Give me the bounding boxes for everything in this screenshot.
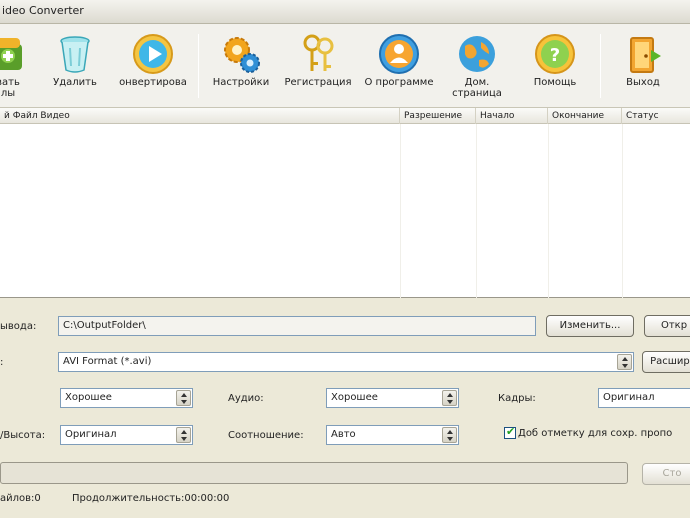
column-divider	[400, 124, 401, 298]
toolbar: вать лы Удалить онвертирова Настройки	[0, 24, 690, 108]
registration-label: Регистрация	[284, 77, 352, 88]
file-list-header: й Файл Видео Разрешение Начало Окончание…	[0, 108, 690, 124]
size-select[interactable]: Оригинал	[60, 425, 193, 445]
add-files-label: вать лы	[0, 77, 20, 99]
format-select[interactable]: AVI Format (*.avi)	[58, 352, 634, 372]
conversion-progress-bar	[0, 462, 628, 484]
status-files-count: айлов:0	[0, 493, 41, 504]
exit-button[interactable]: Выход	[612, 24, 674, 108]
column-header-start[interactable]: Начало	[476, 108, 548, 124]
output-folder-field[interactable]: C:\OutputFolder\	[58, 316, 536, 336]
audio-label: Аудио:	[228, 393, 264, 404]
advanced-button[interactable]: Расшире	[642, 351, 690, 373]
file-list[interactable]: й Файл Видео Разрешение Начало Окончание…	[0, 108, 690, 298]
delete-button[interactable]: Удалить	[50, 24, 100, 108]
convert-label: онвертирова	[119, 77, 187, 88]
frames-select-value: Оригинал	[603, 392, 655, 403]
user-about-icon	[379, 34, 419, 74]
about-button[interactable]: О программе	[358, 24, 440, 108]
convert-play-icon	[133, 34, 173, 74]
status-duration: Продолжительность:00:00:00	[72, 493, 230, 504]
chevron-updown-icon	[176, 427, 191, 443]
column-header-file[interactable]: й Файл Видео	[0, 108, 400, 124]
format-label: :	[0, 357, 4, 368]
frames-label: Кадры:	[498, 393, 536, 404]
convert-button[interactable]: онвертирова	[110, 24, 196, 108]
gears-icon	[224, 37, 260, 73]
toolbar-separator	[198, 34, 199, 98]
format-select-value: AVI Format (*.avi)	[63, 356, 152, 367]
help-label: Помощь	[533, 77, 577, 88]
output-folder-label: ывода:	[0, 321, 37, 332]
ratio-label: Соотношение:	[228, 430, 304, 441]
column-divider	[476, 124, 477, 298]
audio-quality-value: Хорошее	[331, 392, 378, 403]
homepage-label: Дом. страница	[452, 77, 502, 99]
toolbar-separator	[600, 34, 601, 98]
column-header-status[interactable]: Статус	[622, 108, 690, 124]
frames-select[interactable]: Оригинал	[598, 388, 690, 408]
open-folder-button[interactable]: Откр	[644, 315, 690, 337]
about-label: О программе	[364, 77, 434, 88]
status-bar: айлов:0 Продолжительность:00:00:00	[0, 491, 690, 518]
chevron-updown-icon	[617, 354, 632, 370]
keep-aspect-checkbox[interactable]	[504, 425, 516, 439]
keys-icon	[303, 34, 334, 71]
stop-button[interactable]: Сто	[642, 463, 690, 485]
ratio-select[interactable]: Авто	[326, 425, 459, 445]
window-title: ideo Converter	[2, 4, 84, 17]
settings-panel: ывода: C:\OutputFolder\ Изменить... Откр…	[0, 299, 690, 518]
size-label: /Высота:	[0, 430, 46, 441]
title-bar: ideo Converter	[0, 0, 690, 24]
add-files-icon	[0, 38, 22, 70]
help-icon: ?	[535, 34, 575, 74]
column-header-resolution[interactable]: Разрешение	[400, 108, 476, 124]
chevron-updown-icon	[176, 390, 191, 406]
settings-button[interactable]: Настройки	[206, 24, 276, 108]
exit-door-icon	[630, 37, 661, 73]
settings-label: Настройки	[212, 77, 270, 88]
ratio-select-value: Авто	[331, 429, 356, 440]
delete-label: Удалить	[53, 77, 97, 88]
column-divider	[622, 124, 623, 298]
column-header-end[interactable]: Окончание	[548, 108, 622, 124]
keep-aspect-label: Доб отметку для сохр. пропо	[518, 428, 673, 439]
svg-text:?: ?	[550, 45, 560, 66]
change-folder-button[interactable]: Изменить...	[546, 315, 634, 337]
homepage-button[interactable]: Дом. страница	[446, 24, 508, 108]
chevron-updown-icon	[442, 390, 457, 406]
column-divider	[548, 124, 549, 298]
chevron-updown-icon	[442, 427, 457, 443]
exit-label: Выход	[626, 77, 660, 88]
audio-quality-select[interactable]: Хорошее	[326, 388, 459, 408]
video-quality-value: Хорошее	[65, 392, 112, 403]
size-select-value: Оригинал	[65, 429, 117, 440]
registration-button[interactable]: Регистрация	[280, 24, 356, 108]
video-quality-select[interactable]: Хорошее	[60, 388, 193, 408]
globe-home-icon	[459, 36, 495, 72]
help-button[interactable]: ? Помощь	[524, 24, 586, 108]
add-files-button[interactable]: вать лы	[0, 24, 30, 108]
trash-icon	[60, 36, 90, 73]
